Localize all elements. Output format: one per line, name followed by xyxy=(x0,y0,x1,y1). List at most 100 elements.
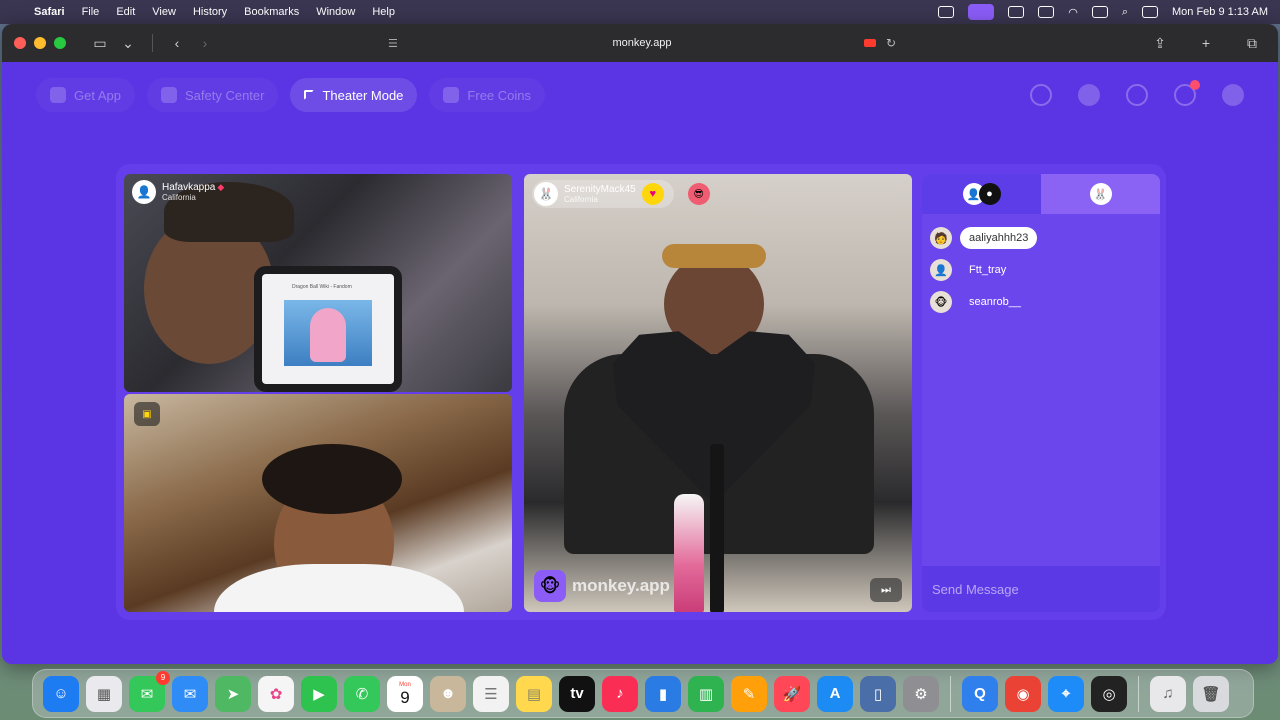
video-tile-hafavkappa[interactable]: Dragon Ball Wiki - Fandom 👤 Hafavkappa ◆ … xyxy=(124,174,512,392)
user-tag-hafavkappa[interactable]: 👤 Hafavkappa ◆ California xyxy=(132,180,224,204)
app-store-icon[interactable]: A xyxy=(817,675,853,712)
notes-icon[interactable]: ▤ xyxy=(516,675,552,712)
forward-button[interactable]: › xyxy=(191,35,219,51)
back-button[interactable]: ‹ xyxy=(163,35,191,51)
heart-icon[interactable]: ♥ xyxy=(641,183,664,205)
menu-app-name[interactable]: Safari xyxy=(34,6,65,18)
chat-tabs: 👤 ● 🐰 xyxy=(922,174,1160,214)
menu-view[interactable]: View xyxy=(152,6,176,18)
safari-icon[interactable]: ⌖ xyxy=(1048,675,1084,712)
address-bar[interactable]: ☰ monkey.app ↻ xyxy=(382,30,902,56)
username: Hafavkappa xyxy=(162,182,216,193)
send-message-input[interactable] xyxy=(932,581,1150,597)
maps-icon[interactable]: ➤ xyxy=(215,675,251,712)
nav-theater-mode[interactable]: Theater Mode xyxy=(290,78,418,112)
menu-bar: Safari File Edit View History Bookmarks … xyxy=(0,0,1280,24)
settings-gear-icon[interactable]: ⚙ xyxy=(903,675,939,712)
music-folder-icon[interactable]: ♫ xyxy=(1150,675,1186,712)
tab-private-chat[interactable]: 🐰 xyxy=(1041,174,1160,214)
monkey-avatar-icon[interactable] xyxy=(1222,84,1244,106)
mail-icon[interactable]: ✉ xyxy=(172,675,208,712)
video-tile-serenitymack45[interactable]: 🐰 SerenityMack45 California ♥ 😎 🐵 monkey… xyxy=(524,174,912,612)
nav-safety-center[interactable]: Safety Center xyxy=(146,78,279,112)
keynote-icon[interactable]: ▮ xyxy=(645,675,681,712)
url-text[interactable]: monkey.app xyxy=(612,37,671,49)
camera-badge-icon[interactable]: ▣ xyxy=(134,402,160,426)
status-icon-1[interactable] xyxy=(938,6,955,18)
numbers-icon[interactable]: ▥ xyxy=(688,675,724,712)
calendar-icon[interactable]: Mon 9 xyxy=(387,675,423,712)
trash-icon[interactable]: 🗑 xyxy=(1193,675,1229,712)
spotlight-search-icon[interactable]: ⌕ xyxy=(1122,6,1128,19)
headband xyxy=(662,244,766,268)
menu-edit[interactable]: Edit xyxy=(116,6,135,18)
phone-icon xyxy=(50,87,66,103)
share-icon[interactable]: ⇪ xyxy=(1146,35,1174,52)
car-icon[interactable] xyxy=(1038,6,1055,18)
grid-icon[interactable] xyxy=(1008,6,1025,18)
sidebar-toggle-icon[interactable]: ▭ xyxy=(86,35,114,52)
new-tab-icon[interactable]: + xyxy=(1192,35,1220,52)
dock-divider xyxy=(1138,675,1139,712)
tab-group-chat[interactable]: 👤 ● xyxy=(922,174,1041,214)
reminders-icon[interactable]: ☰ xyxy=(473,675,509,712)
reload-icon[interactable]: ↻ xyxy=(886,36,896,50)
menu-bookmarks[interactable]: Bookmarks xyxy=(244,6,299,18)
person-shirt xyxy=(214,564,464,612)
site-nav-right xyxy=(1030,80,1244,106)
nav-get-app[interactable]: Get App xyxy=(36,78,135,112)
emoji-badge-icon[interactable]: 😎 xyxy=(687,183,710,205)
pages-icon[interactable]: ✎ xyxy=(731,675,767,712)
list-item[interactable]: 🧑 aaliyahhh23 xyxy=(930,222,1152,254)
camera-in-use-icon[interactable] xyxy=(864,39,876,47)
finder-icon[interactable]: ☺ xyxy=(43,675,79,712)
battery-icon[interactable] xyxy=(1091,6,1108,18)
menu-file[interactable]: File xyxy=(82,6,100,18)
messages-badge: 9 xyxy=(156,670,170,685)
minimize-window-button[interactable] xyxy=(34,37,46,49)
control-center-icon[interactable] xyxy=(1142,6,1158,18)
quicktime-icon[interactable]: Q xyxy=(962,675,998,712)
rocket-icon[interactable]: 🚀 xyxy=(774,675,810,712)
search-icon[interactable] xyxy=(1030,84,1052,106)
contacts-icon[interactable]: ☻ xyxy=(430,675,466,712)
chat-participants: 🧑 aaliyahhh23 👤 Ftt_tray 🐵 seanrob__ xyxy=(922,214,1160,326)
zoom-window-button[interactable] xyxy=(54,37,66,49)
menu-window[interactable]: Window xyxy=(316,6,355,18)
preview-icon[interactable]: ▯ xyxy=(860,675,896,712)
chat-bubble-icon[interactable] xyxy=(1174,80,1200,106)
wifi-icon[interactable]: ◠ xyxy=(1068,6,1078,19)
music-icon[interactable]: ♪ xyxy=(602,675,638,712)
calendar-day: 9 xyxy=(400,687,410,707)
messages-icon[interactable]: ✉ 9 xyxy=(129,670,170,712)
launchpad-icon[interactable]: ▦ xyxy=(86,675,122,712)
obs-icon[interactable]: ◎ xyxy=(1091,675,1127,712)
tab-overview-icon[interactable]: ⧉ xyxy=(1238,35,1266,52)
list-item[interactable]: 🐵 seanrob__ xyxy=(930,286,1152,318)
menu-help[interactable]: Help xyxy=(372,6,395,18)
user-tag-serenitymack45[interactable]: 🐰 SerenityMack45 California ♥ 😎 xyxy=(532,180,710,208)
bunny-avatar-icon: 🐰 xyxy=(1089,183,1112,205)
chrome-icon[interactable]: ◉ xyxy=(1005,675,1041,712)
close-window-button[interactable] xyxy=(14,37,26,49)
user-info: Hafavkappa ◆ California xyxy=(162,182,224,202)
pink-bottle xyxy=(674,494,704,612)
profile-avatar-icon[interactable] xyxy=(1078,84,1100,106)
video-tile-self[interactable]: ▣ xyxy=(124,394,512,612)
page-menu-icon[interactable]: ☰ xyxy=(388,37,398,50)
skip-next-button[interactable]: ⏭ xyxy=(870,578,902,602)
tv-icon[interactable]: tv xyxy=(559,675,595,712)
menu-history[interactable]: History xyxy=(193,6,227,18)
list-item[interactable]: 👤 Ftt_tray xyxy=(930,254,1152,286)
facetime-icon[interactable]: ▶ xyxy=(301,675,337,712)
dock-divider xyxy=(950,675,951,712)
window-controls xyxy=(14,37,66,49)
photos-icon[interactable]: ✿ xyxy=(258,675,294,712)
menu-clock[interactable]: Mon Feb 9 1:13 AM xyxy=(1172,6,1268,18)
history-clock-icon[interactable] xyxy=(1126,84,1148,106)
phone-icon[interactable]: ✆ xyxy=(344,675,380,712)
screen-share-icon[interactable] xyxy=(968,4,995,20)
chat-panel: 👤 ● 🐰 🧑 aaliyahhh23 👤 Ftt_tray 🐵 seanrob… xyxy=(922,174,1160,612)
chevron-down-icon[interactable]: ⌄ xyxy=(114,35,142,52)
nav-free-coins[interactable]: Free Coins xyxy=(429,78,545,112)
